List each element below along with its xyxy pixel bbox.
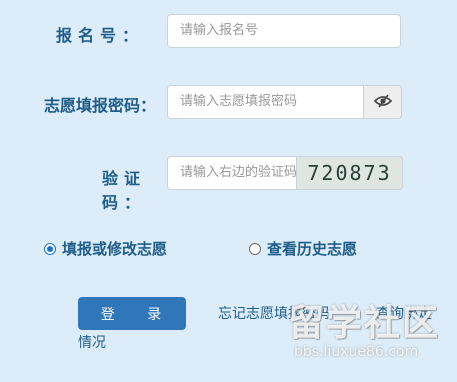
reg-number-input[interactable]: 请输入报名号 — [167, 14, 401, 48]
pwd-label: 志愿填报密码： — [43, 96, 156, 115]
option-fill-label: 填报或修改志愿 — [62, 240, 168, 258]
captcha-label: 验证码： — [101, 169, 146, 212]
radio-history[interactable] — [249, 242, 261, 255]
eye-slash-icon — [373, 93, 392, 112]
site-watermark: 留学社区 bbs.liuxue86.com — [288, 294, 453, 374]
login-button[interactable]: 登 录 — [78, 297, 186, 330]
password-input[interactable]: 请输入志愿填报密码 — [167, 85, 364, 119]
option-fill[interactable]: 填报或修改志愿 — [44, 238, 167, 259]
option-history-label: 查看历史志愿 — [267, 240, 358, 258]
captcha-text: 720873 — [307, 161, 392, 185]
radio-fill[interactable] — [44, 242, 56, 255]
watermark-url: bbs.liuxue86.com — [294, 344, 419, 360]
query-binding-link-cont[interactable]: 情况 — [78, 332, 106, 352]
option-history[interactable]: 查看历史志愿 — [249, 238, 357, 259]
watermark-brand: 留学社区 — [288, 303, 441, 344]
captcha-input[interactable]: 请输入右边的验证码 — [167, 156, 297, 190]
captcha-image[interactable]: 720873 — [297, 156, 403, 190]
reg-label: 报名号： — [56, 26, 145, 45]
toggle-password-button[interactable] — [364, 85, 402, 119]
